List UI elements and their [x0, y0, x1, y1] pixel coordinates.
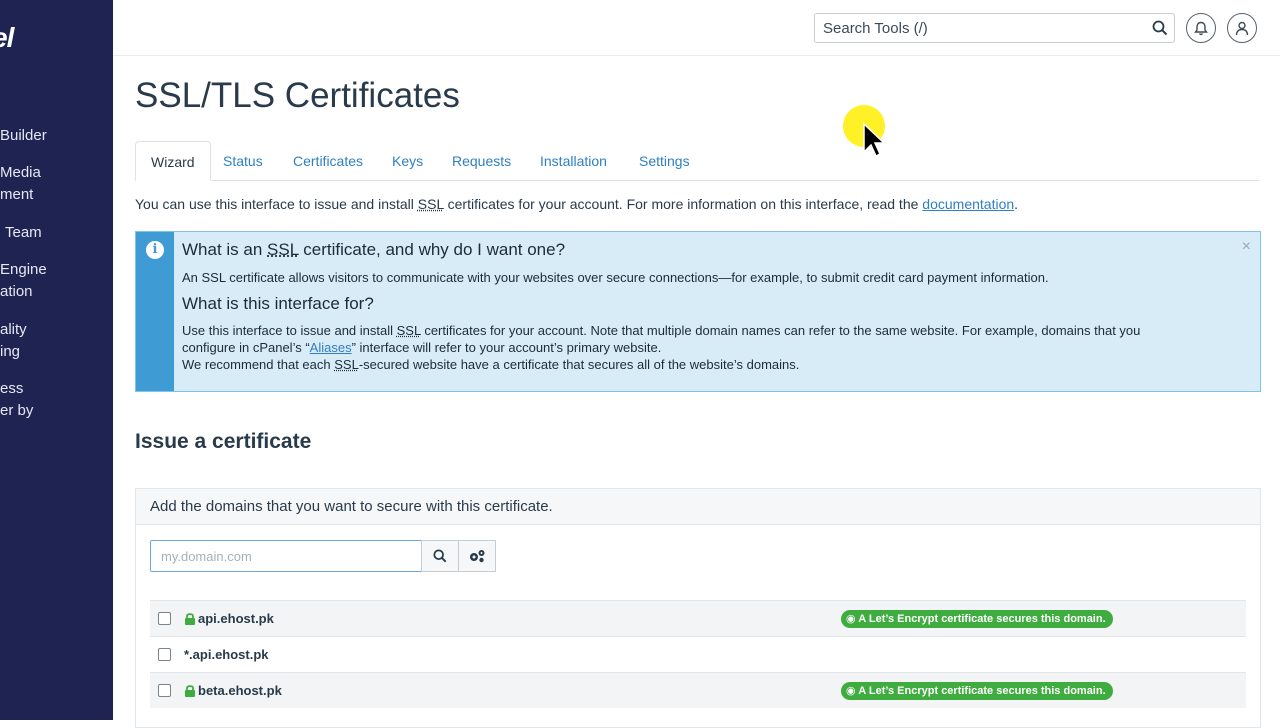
sidebar-item-label: Team	[5, 224, 42, 241]
tab-bar: Wizard Status Certificates Keys Requests…	[135, 141, 1259, 181]
sidebar-item-label: ess	[0, 380, 24, 397]
heading-part: certificate, and why do I want one?	[298, 240, 566, 259]
alert-text-recommend: We recommend that each SSL-secured websi…	[182, 356, 799, 373]
sidebar-item-quality-monitoring[interactable]: ality ing	[0, 319, 27, 363]
sidebar-item-label: ality	[0, 321, 27, 338]
sidebar-item-search-engine-optimization[interactable]: Engine ation	[0, 259, 47, 303]
lets-encrypt-badge: ◉ A Let’s Encrypt certificate secures th…	[841, 682, 1113, 700]
ssl-abbr: SSL	[396, 323, 421, 338]
text-part: -secured website have a certificate that…	[358, 357, 800, 372]
alert-heading-interface: What is this interface for?	[182, 294, 374, 313]
alert-text-aliases: configure in cPanel’s “Aliases” interfac…	[182, 339, 661, 356]
domain-checkbox[interactable]	[158, 648, 171, 661]
main-content: SSL/TLS Certificates Wizard Status Certi…	[113, 56, 1280, 728]
domain-checkbox[interactable]	[158, 612, 171, 625]
lock-icon	[185, 613, 195, 625]
sidebar-item-label: ment	[0, 186, 34, 203]
info-icon: i	[146, 241, 164, 259]
sidebar-item-team[interactable]: Team	[5, 222, 42, 244]
ssl-abbr: SSL	[267, 240, 299, 259]
domain-options-button[interactable]	[458, 540, 496, 572]
domain-name: beta.ehost.pk	[198, 683, 282, 698]
intro-text-part: You can use this interface to issue and …	[135, 196, 418, 212]
alert-heading-ssl: What is an SSL certificate, and why do I…	[182, 240, 565, 260]
lets-encrypt-badge: ◉ A Let’s Encrypt certificate secures th…	[841, 610, 1113, 628]
text-part: certificates for your account. Note that…	[420, 323, 1141, 338]
panel-heading: Add the domains that you want to secure …	[136, 489, 1260, 525]
domain-row: *.api.ehost.pk	[150, 636, 1246, 672]
text-part: We recommend that each	[182, 357, 335, 372]
sidebar-item-label: ing	[0, 343, 21, 360]
domain-name: api.ehost.pk	[198, 611, 274, 626]
sidebar-item-label: Builder	[0, 127, 47, 144]
sidebar-item-site-builder[interactable]: Builder	[0, 125, 47, 147]
tab-installation[interactable]: Installation	[525, 141, 622, 181]
user-menu-button[interactable]	[1227, 13, 1257, 43]
sidebar-item-label: Media	[0, 164, 41, 181]
ssl-abbr: SSL	[417, 196, 444, 212]
mouse-cursor-icon	[843, 105, 886, 158]
cpanel-logo[interactable]: el	[0, 22, 14, 54]
domains-panel: Add the domains that you want to secure …	[135, 488, 1261, 728]
eye-icon: ◉	[846, 685, 856, 697]
intro-text: You can use this interface to issue and …	[135, 196, 1018, 212]
sidebar: el Builder Media ment Team Engine ation …	[0, 0, 113, 720]
tab-status[interactable]: Status	[208, 141, 278, 181]
lock-icon	[185, 685, 195, 697]
info-alert: i × What is an SSL certificate, and why …	[135, 231, 1261, 392]
sidebar-item-label: er by	[0, 402, 34, 419]
alert-text-ssl: An SSL certificate allows visitors to co…	[182, 270, 1049, 285]
badge-text: A Let’s Encrypt certificate secures this…	[858, 613, 1106, 625]
user-icon	[1235, 21, 1249, 35]
domain-name: *.api.ehost.pk	[184, 647, 269, 662]
alert-bar: i	[136, 232, 174, 391]
search-tools-input[interactable]	[815, 14, 1145, 42]
text-part: configure in cPanel’s “	[182, 340, 310, 355]
intro-text-part: certificates for your account. For more …	[443, 196, 923, 212]
notifications-button[interactable]	[1186, 13, 1216, 43]
tab-settings[interactable]: Settings	[624, 141, 705, 181]
intro-text-part: .	[1014, 196, 1019, 212]
search-icon	[433, 549, 447, 563]
badge-text: A Let’s Encrypt certificate secures this…	[858, 685, 1106, 697]
aliases-link[interactable]: Aliases	[310, 340, 352, 355]
sidebar-item-social-media-management[interactable]: Media ment	[0, 162, 41, 206]
domain-checkbox[interactable]	[158, 684, 171, 697]
tab-keys[interactable]: Keys	[377, 141, 438, 181]
sidebar-item-label: Engine	[0, 261, 47, 278]
tab-wizard[interactable]: Wizard	[135, 141, 211, 181]
domain-filter-input[interactable]	[150, 540, 422, 572]
ssl-abbr: SSL	[334, 357, 359, 372]
documentation-link[interactable]: documentation	[922, 196, 1014, 212]
sidebar-item-website-builder[interactable]: ess er by	[0, 378, 33, 422]
top-bar	[113, 0, 1280, 56]
domain-row: api.ehost.pk ◉ A Let’s Encrypt certifica…	[150, 600, 1246, 636]
bell-icon	[1194, 21, 1208, 35]
tab-requests[interactable]: Requests	[437, 141, 526, 181]
search-icon[interactable]	[1152, 20, 1168, 36]
tab-certificates[interactable]: Certificates	[278, 141, 378, 181]
text-part: Use this interface to issue and install	[182, 323, 397, 338]
alert-text-interface: Use this interface to issue and install …	[182, 322, 1140, 339]
domain-search-button[interactable]	[421, 540, 459, 572]
close-icon[interactable]: ×	[1242, 238, 1251, 256]
sidebar-item-label: ation	[0, 283, 33, 300]
issue-certificate-title: Issue a certificate	[135, 430, 312, 453]
gears-icon	[470, 550, 485, 563]
text-part: ” interface will refer to your account’s…	[351, 340, 662, 355]
heading-part: What is an	[182, 240, 268, 259]
page-title: SSL/TLS Certificates	[135, 76, 460, 115]
eye-icon: ◉	[846, 613, 856, 625]
domain-row: beta.ehost.pk ◉ A Let’s Encrypt certific…	[150, 672, 1246, 708]
search-tools-box	[814, 13, 1175, 43]
